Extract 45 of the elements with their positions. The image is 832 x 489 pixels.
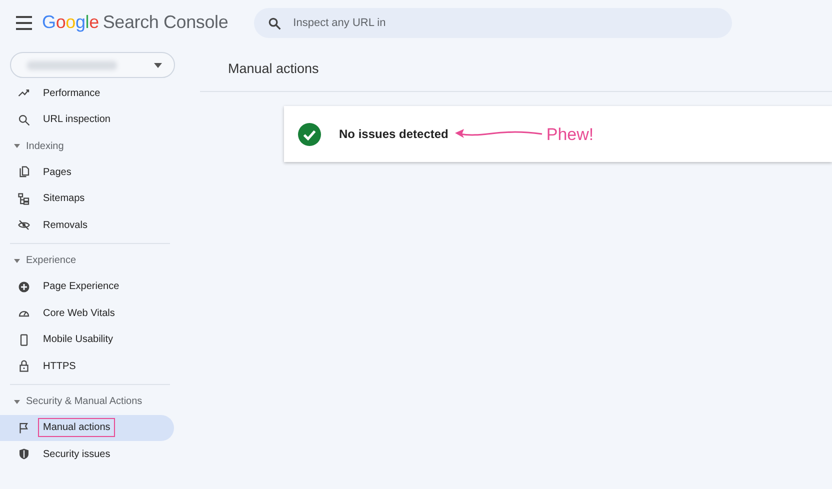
nav-item[interactable]: Performance bbox=[0, 80, 174, 106]
nav-item[interactable]: URL inspection bbox=[0, 106, 174, 133]
nav-item[interactable]: Security issues bbox=[0, 441, 174, 468]
pages-icon bbox=[18, 166, 30, 178]
trend-icon bbox=[18, 87, 30, 100]
phone-icon bbox=[18, 334, 30, 346]
nav-label: Mobile Usability bbox=[42, 333, 114, 348]
app-logo: Google Search Console bbox=[42, 11, 228, 34]
nav-item[interactable]: Manual actions bbox=[0, 414, 174, 441]
annotation-text: Phew! bbox=[546, 124, 594, 146]
plus-circle-icon bbox=[18, 280, 30, 293]
nav-item[interactable]: Core Web Vitals bbox=[0, 300, 174, 326]
nav-item[interactable]: Page Experience bbox=[0, 274, 174, 300]
eye-off-icon bbox=[18, 219, 30, 232]
nav-item[interactable]: Sitemaps bbox=[0, 186, 174, 212]
nav-label: Core Web Vitals bbox=[42, 306, 116, 321]
section-heading: Experience bbox=[26, 254, 76, 268]
section-heading: Indexing bbox=[26, 140, 64, 154]
page-title: Manual actions bbox=[200, 45, 832, 92]
search-icon bbox=[18, 114, 30, 126]
status-text: No issues detected bbox=[339, 126, 448, 144]
nav-label: Pages bbox=[42, 166, 72, 180]
nav-label: Performance bbox=[42, 86, 102, 101]
menu-icon[interactable] bbox=[16, 16, 32, 30]
nav-label: Security issues bbox=[42, 448, 112, 462]
nav-label: Page Experience bbox=[42, 280, 120, 294]
lock-icon bbox=[18, 360, 30, 372]
shield-icon bbox=[18, 448, 30, 460]
nav-label: Removals bbox=[42, 218, 88, 233]
nav-item[interactable]: Mobile Usability bbox=[0, 326, 174, 353]
caret-icon[interactable] bbox=[14, 400, 20, 404]
nav-item[interactable]: HTTPS bbox=[0, 353, 174, 380]
caret-icon[interactable] bbox=[14, 258, 20, 262]
caret-icon bbox=[154, 62, 162, 68]
nav-label: Sitemaps bbox=[42, 192, 86, 206]
nav-label: HTTPS bbox=[42, 360, 77, 374]
nav-label: URL inspection bbox=[42, 113, 112, 128]
section-heading: Security & Manual Actions bbox=[26, 395, 142, 409]
highlight-box: Manual actions bbox=[38, 418, 116, 438]
search-field[interactable]: Inspect any URL in bbox=[254, 8, 732, 38]
nav-item[interactable]: Pages bbox=[0, 159, 174, 186]
flag-icon bbox=[18, 422, 30, 434]
sitemap-icon bbox=[18, 192, 30, 205]
nav-item[interactable]: Removals bbox=[0, 212, 174, 238]
caret-icon[interactable] bbox=[14, 144, 20, 148]
